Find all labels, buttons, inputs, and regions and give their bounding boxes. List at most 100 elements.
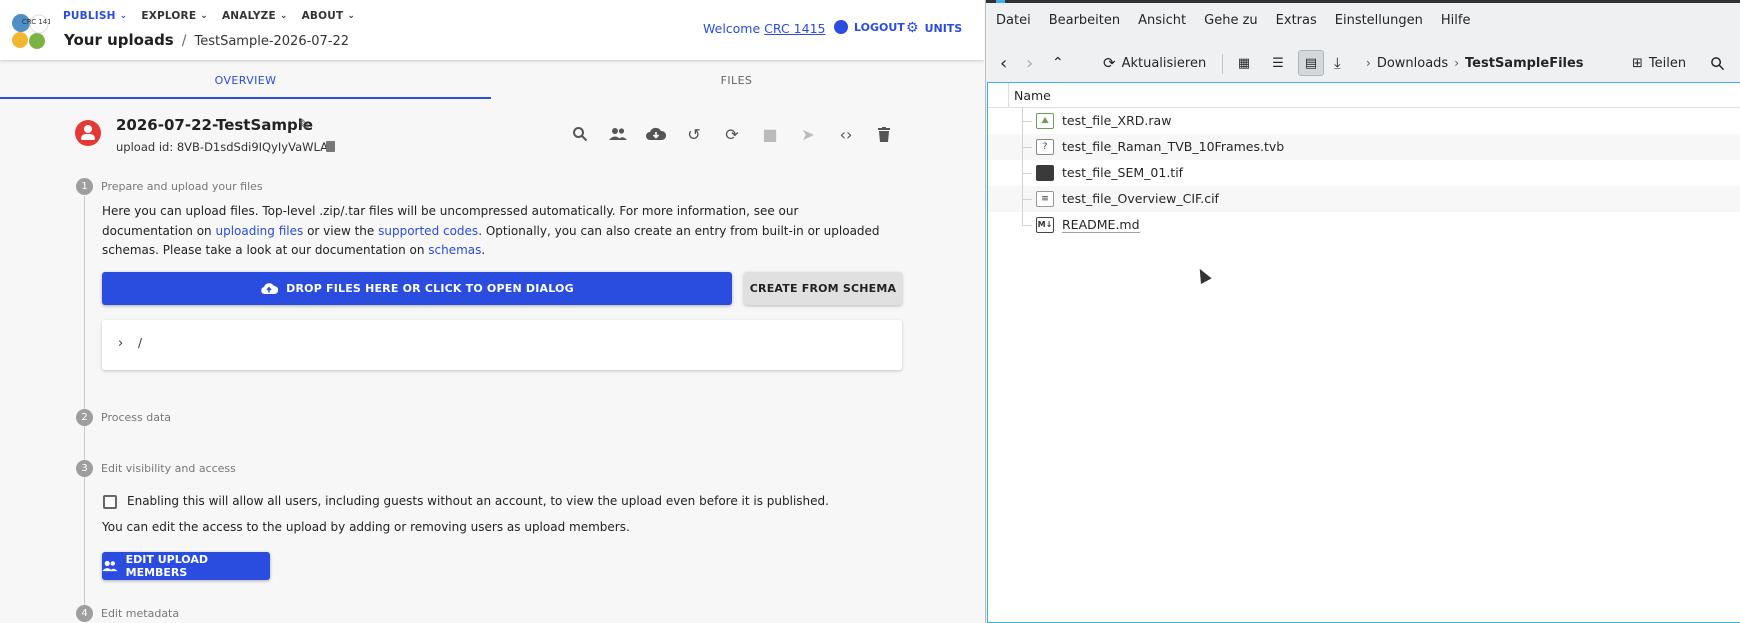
root-path[interactable]: / bbox=[138, 336, 142, 350]
nav-publish-label: PUBLISH bbox=[63, 10, 116, 22]
refresh-icon: ⟳ bbox=[1103, 54, 1116, 72]
menu-gehe-zu[interactable]: Gehe zu bbox=[1204, 13, 1267, 28]
logout-button[interactable]: LOGOUT bbox=[834, 20, 905, 34]
column-header: Name bbox=[988, 83, 1740, 108]
menu-bearbeiten[interactable]: Bearbeiten bbox=[1049, 13, 1129, 28]
nav-explore[interactable]: EXPLORE ⌄ bbox=[141, 10, 208, 22]
nav-about[interactable]: ABOUT ⌄ bbox=[302, 10, 356, 22]
file-row[interactable]: ⛰ test_file_XRD.raw bbox=[988, 108, 1740, 134]
search-icon[interactable] bbox=[570, 124, 590, 144]
forward-button[interactable]: › bbox=[1026, 50, 1033, 76]
uploading-files-link[interactable]: uploading files bbox=[215, 224, 303, 238]
file-manager-window: Datei Bearbeiten Ansicht Gehe zu Extras … bbox=[985, 0, 1740, 623]
members-icon[interactable] bbox=[608, 124, 628, 144]
step-label[interactable]: Process data bbox=[101, 411, 171, 424]
supported-codes-link[interactable]: supported codes bbox=[378, 224, 478, 238]
copy-clipboard-icon[interactable] bbox=[326, 141, 335, 152]
details-view-button[interactable]: ▤ bbox=[1298, 50, 1324, 76]
access-description: You can edit the access to the upload by… bbox=[102, 520, 630, 534]
screen: CRC 1415 PUBLISH⌄ EXPLORE⌄ ANALYZE⌄ ABOU… bbox=[0, 0, 1740, 623]
delete-icon[interactable] bbox=[874, 124, 894, 144]
crc-logo[interactable]: CRC 1415 bbox=[10, 12, 50, 50]
undo-icon[interactable]: ↺ bbox=[684, 124, 704, 144]
step-number: 3 bbox=[76, 460, 93, 477]
file-name: test_file_Overview_CIF.cif bbox=[1062, 191, 1219, 206]
stop-icon[interactable]: ■ bbox=[760, 124, 780, 144]
nav-about-label: ABOUT bbox=[301, 10, 344, 22]
step-label[interactable]: Edit metadata bbox=[101, 607, 179, 620]
public-access-checkbox[interactable] bbox=[103, 495, 117, 509]
menu-ansicht[interactable]: Ansicht bbox=[1138, 13, 1195, 28]
drop-files-button[interactable]: DROP FILES HERE OR CLICK TO OPEN DIALOG bbox=[102, 272, 732, 305]
back-button[interactable]: ‹ bbox=[1000, 50, 1007, 76]
create-from-schema-button[interactable]: CREATE FROM SCHEMA bbox=[744, 272, 902, 305]
tab-bar: OVERVIEW FILES bbox=[0, 66, 984, 99]
nav-analyze-label: ANALYZE bbox=[221, 10, 276, 22]
toolbar-separator bbox=[1222, 54, 1223, 74]
nav-publish[interactable]: PUBLISH ⌄ bbox=[63, 10, 127, 22]
unknown-file-icon: ? bbox=[1036, 139, 1054, 155]
chevron-right-icon[interactable]: › bbox=[118, 336, 123, 351]
members-icon bbox=[102, 560, 118, 572]
drop-files-label: DROP FILES HERE OR CLICK TO OPEN DIALOG bbox=[286, 282, 574, 295]
file-browser: › / bbox=[102, 320, 902, 370]
publish-send-icon[interactable]: ➤ bbox=[798, 124, 818, 144]
search-button[interactable] bbox=[1710, 50, 1725, 76]
tree-line bbox=[1022, 225, 1032, 226]
compact-view-button[interactable]: ☰ bbox=[1265, 50, 1291, 76]
window-titlebar[interactable] bbox=[986, 0, 1740, 3]
column-name[interactable]: Name bbox=[1014, 88, 1051, 103]
code-icon[interactable]: ‹› bbox=[836, 124, 856, 144]
units-button[interactable]: ⚙ UNITS bbox=[906, 20, 962, 36]
breadcrumb-current: TestSample-2026-07-22 bbox=[194, 34, 350, 49]
file-row[interactable]: test_file_SEM_01.tif bbox=[988, 160, 1740, 186]
details-view-icon: ▤ bbox=[1298, 50, 1324, 76]
location-breadcrumb: › Downloads › TestSampleFiles bbox=[1366, 50, 1584, 76]
tab-overview[interactable]: OVERVIEW bbox=[0, 66, 491, 99]
edit-pencil-icon[interactable]: ✎ bbox=[298, 116, 311, 134]
up-button[interactable]: ⌃ bbox=[1052, 50, 1064, 76]
file-row[interactable]: M↓ README.md bbox=[988, 212, 1740, 238]
menu-extras[interactable]: Extras bbox=[1276, 13, 1326, 28]
step-label[interactable]: Prepare and upload your files bbox=[101, 180, 263, 193]
tree-line bbox=[1022, 121, 1032, 122]
chevron-down-icon: ⌄ bbox=[347, 11, 356, 21]
tree-line bbox=[1022, 173, 1032, 174]
edit-upload-members-button[interactable]: EDIT UPLOAD MEMBERS bbox=[102, 552, 270, 580]
menu-hilfe[interactable]: Hilfe bbox=[1441, 13, 1480, 28]
download-button[interactable]: ⤓ bbox=[1334, 50, 1341, 76]
top-nav: PUBLISH ⌄ EXPLORE ⌄ ANALYZE ⌄ ABOUT ⌄ bbox=[63, 10, 355, 22]
step-number: 4 bbox=[76, 605, 93, 622]
breadcrumb-downloads[interactable]: Downloads bbox=[1377, 56, 1448, 71]
cloud-download-icon[interactable] bbox=[646, 124, 666, 144]
public-access-label: Enabling this will allow all users, incl… bbox=[127, 494, 829, 508]
image-icon: ⛰ bbox=[1036, 113, 1054, 129]
account-icon bbox=[834, 20, 848, 34]
user-link[interactable]: CRC 1415 bbox=[764, 21, 825, 36]
schemas-link[interactable]: schemas bbox=[428, 243, 481, 257]
tab-files[interactable]: FILES bbox=[491, 66, 982, 99]
menu-bar: Datei Bearbeiten Ansicht Gehe zu Extras … bbox=[996, 13, 1488, 28]
file-name: test_file_SEM_01.tif bbox=[1062, 165, 1184, 180]
nav-analyze[interactable]: ANALYZE ⌄ bbox=[222, 10, 288, 22]
text-file-icon: ≡ bbox=[1036, 191, 1054, 207]
breadcrumb-separator: / bbox=[181, 33, 187, 49]
menu-einstellungen[interactable]: Einstellungen bbox=[1335, 13, 1432, 28]
reprocess-icon[interactable]: ⟳ bbox=[722, 124, 742, 144]
refresh-label: Aktualisieren bbox=[1121, 55, 1207, 71]
step-label[interactable]: Edit visibility and access bbox=[101, 462, 236, 475]
file-row[interactable]: ? test_file_Raman_TVB_10Frames.tvb bbox=[988, 134, 1740, 160]
grid-view-icon: ▦ bbox=[1237, 55, 1251, 71]
share-label: Teilen bbox=[1648, 55, 1687, 71]
breadcrumb-current-folder[interactable]: TestSampleFiles bbox=[1465, 56, 1584, 71]
gear-icon: ⚙ bbox=[906, 20, 919, 36]
file-row[interactable]: ≡ test_file_Overview_CIF.cif bbox=[988, 186, 1740, 212]
icons-view-button[interactable]: ▦ bbox=[1231, 50, 1257, 76]
file-list-view[interactable]: Name ⛰ test_file_XRD.raw ? test_file_Ram… bbox=[987, 82, 1740, 623]
menu-datei[interactable]: Datei bbox=[996, 13, 1040, 28]
page-title[interactable]: Your uploads bbox=[64, 31, 174, 49]
refresh-button[interactable]: ⟳ Aktualisieren bbox=[1103, 50, 1206, 76]
share-button[interactable]: ⊞ Teilen bbox=[1632, 50, 1686, 76]
step-number: 2 bbox=[76, 409, 93, 426]
column-divider bbox=[1008, 83, 1009, 108]
